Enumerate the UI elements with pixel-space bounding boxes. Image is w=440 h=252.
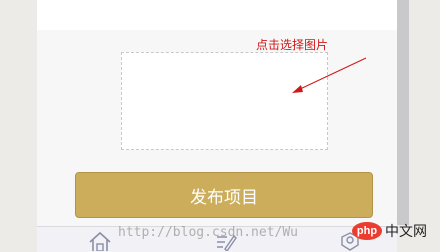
page-background — [409, 0, 440, 251]
scrollbar[interactable] — [397, 0, 409, 225]
watermark-text: http://blog.csdn.net/Wu — [118, 225, 299, 240]
image-upload-area[interactable] — [121, 52, 328, 150]
php-cn-logo: php 中文网 — [352, 221, 427, 241]
home-icon[interactable] — [88, 231, 112, 251]
php-logo-text: 中文网 — [385, 224, 427, 240]
upload-hint: 点击选择图片 — [256, 38, 329, 52]
publish-project-button[interactable]: 发布项目 — [75, 172, 373, 218]
php-badge: php — [352, 222, 382, 240]
form-card — [37, 0, 397, 30]
